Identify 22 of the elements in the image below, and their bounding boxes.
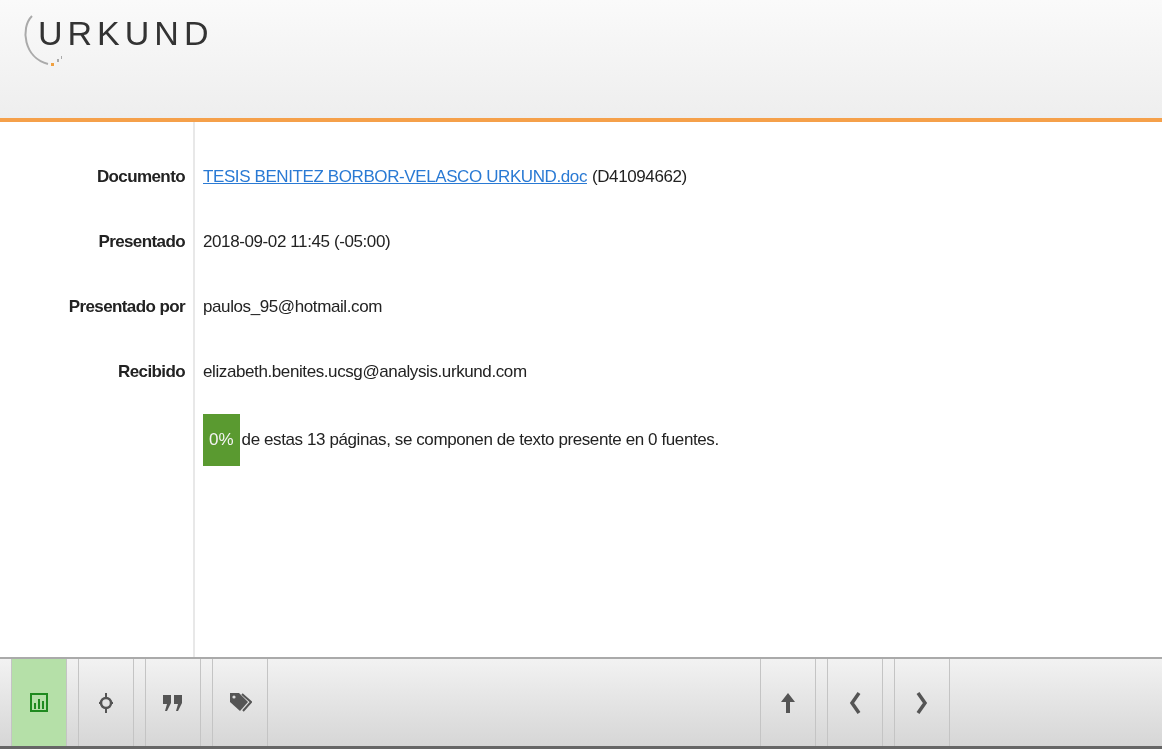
up-arrow-icon xyxy=(780,691,796,714)
toolbar-button[interactable] xyxy=(213,659,268,746)
field-label: Presentado por xyxy=(67,296,187,317)
toolbar-button[interactable] xyxy=(761,659,816,746)
chevron-right-icon xyxy=(916,690,928,715)
document-link[interactable]: TESIS BENITEZ BORBOR-VELASCO URKUND.doc xyxy=(203,166,587,187)
field-label: Presentado xyxy=(97,231,186,252)
toolbar-button[interactable] xyxy=(146,659,201,746)
toolbar-button[interactable] xyxy=(12,659,67,746)
quote-icon xyxy=(162,692,184,713)
chevron-left-icon xyxy=(849,690,861,715)
field-value: elizabeth.benites.ucsg@analysis.urkund.com xyxy=(203,361,527,382)
field-label: Recibido xyxy=(117,361,186,382)
field-value: (D41094662) xyxy=(592,166,687,187)
logo-text: URKUND xyxy=(38,14,214,53)
field-value: 2018-09-02 11:45 (-05:00) xyxy=(203,231,391,252)
field-label: Documento xyxy=(95,166,186,187)
crosshair-icon xyxy=(97,690,115,715)
percent-badge: 0% xyxy=(203,414,240,466)
summary-text: de estas 13 páginas, se componen de texto presente en 0 fuentes. xyxy=(241,430,719,450)
chart-icon xyxy=(30,692,48,713)
field-value: paulos_95@hotmail.com xyxy=(203,296,382,317)
